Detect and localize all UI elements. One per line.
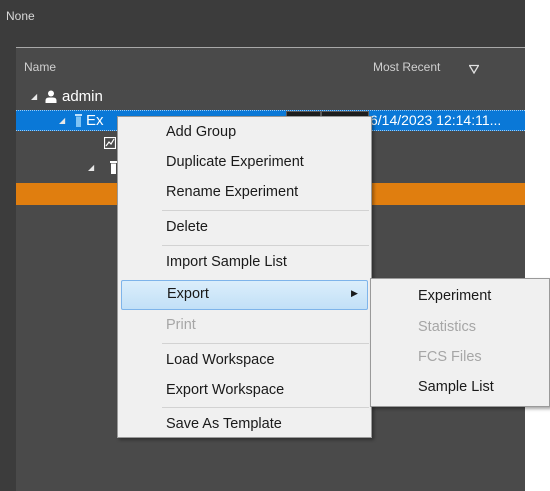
column-header-name[interactable]: Name	[24, 60, 56, 74]
menu-separator	[162, 245, 369, 246]
expander-icon[interactable]: ◢	[31, 92, 37, 101]
menu-item-add-group[interactable]: Add Group	[118, 118, 371, 148]
menu-separator	[162, 343, 369, 344]
experiment-label: Ex	[86, 112, 104, 129]
chart-icon	[104, 137, 116, 149]
menu-item-load-workspace[interactable]: Load Workspace	[118, 346, 371, 376]
menu-item-export[interactable]: Export ▶	[121, 280, 368, 310]
experiment-most-recent: 6/14/2023 12:14:11...	[370, 112, 502, 128]
menu-item-print: Print	[166, 317, 196, 333]
tree-row-admin[interactable]: ◢ admin	[16, 87, 525, 107]
menu-item-import-sample-list[interactable]: Import Sample List	[118, 248, 371, 278]
person-icon	[45, 90, 57, 103]
submenu-item-statistics: Statistics	[418, 319, 477, 335]
menu-item-export-workspace[interactable]: Export Workspace	[118, 376, 371, 406]
submenu-item-sample-list[interactable]: Sample List	[418, 379, 494, 395]
expander-icon[interactable]: ◢	[59, 116, 65, 125]
sort-filter-icon[interactable]	[469, 64, 479, 74]
export-submenu: Experiment Statistics FCS Files Sample L…	[370, 278, 550, 407]
context-menu: Add Group Duplicate Experiment Rename Ex…	[117, 116, 372, 438]
menu-item-rename-experiment[interactable]: Rename Experiment	[118, 178, 371, 208]
menu-item-save-as-template[interactable]: Save As Template	[118, 410, 371, 440]
submenu-item-fcs-files: FCS Files	[418, 349, 482, 365]
selection-status-label: None	[6, 9, 35, 23]
submenu-item-experiment[interactable]: Experiment	[418, 288, 491, 304]
column-header-most-recent[interactable]: Most Recent	[373, 60, 440, 74]
tube-icon	[75, 114, 82, 127]
menu-item-duplicate-experiment[interactable]: Duplicate Experiment	[118, 148, 371, 178]
user-label: admin	[62, 88, 103, 105]
menu-separator	[162, 407, 369, 408]
menu-separator	[162, 210, 369, 211]
expander-icon[interactable]: ◢	[88, 163, 94, 172]
tube-icon	[110, 161, 117, 174]
menu-item-delete[interactable]: Delete	[118, 213, 371, 243]
submenu-arrow-icon: ▶	[351, 288, 358, 298]
